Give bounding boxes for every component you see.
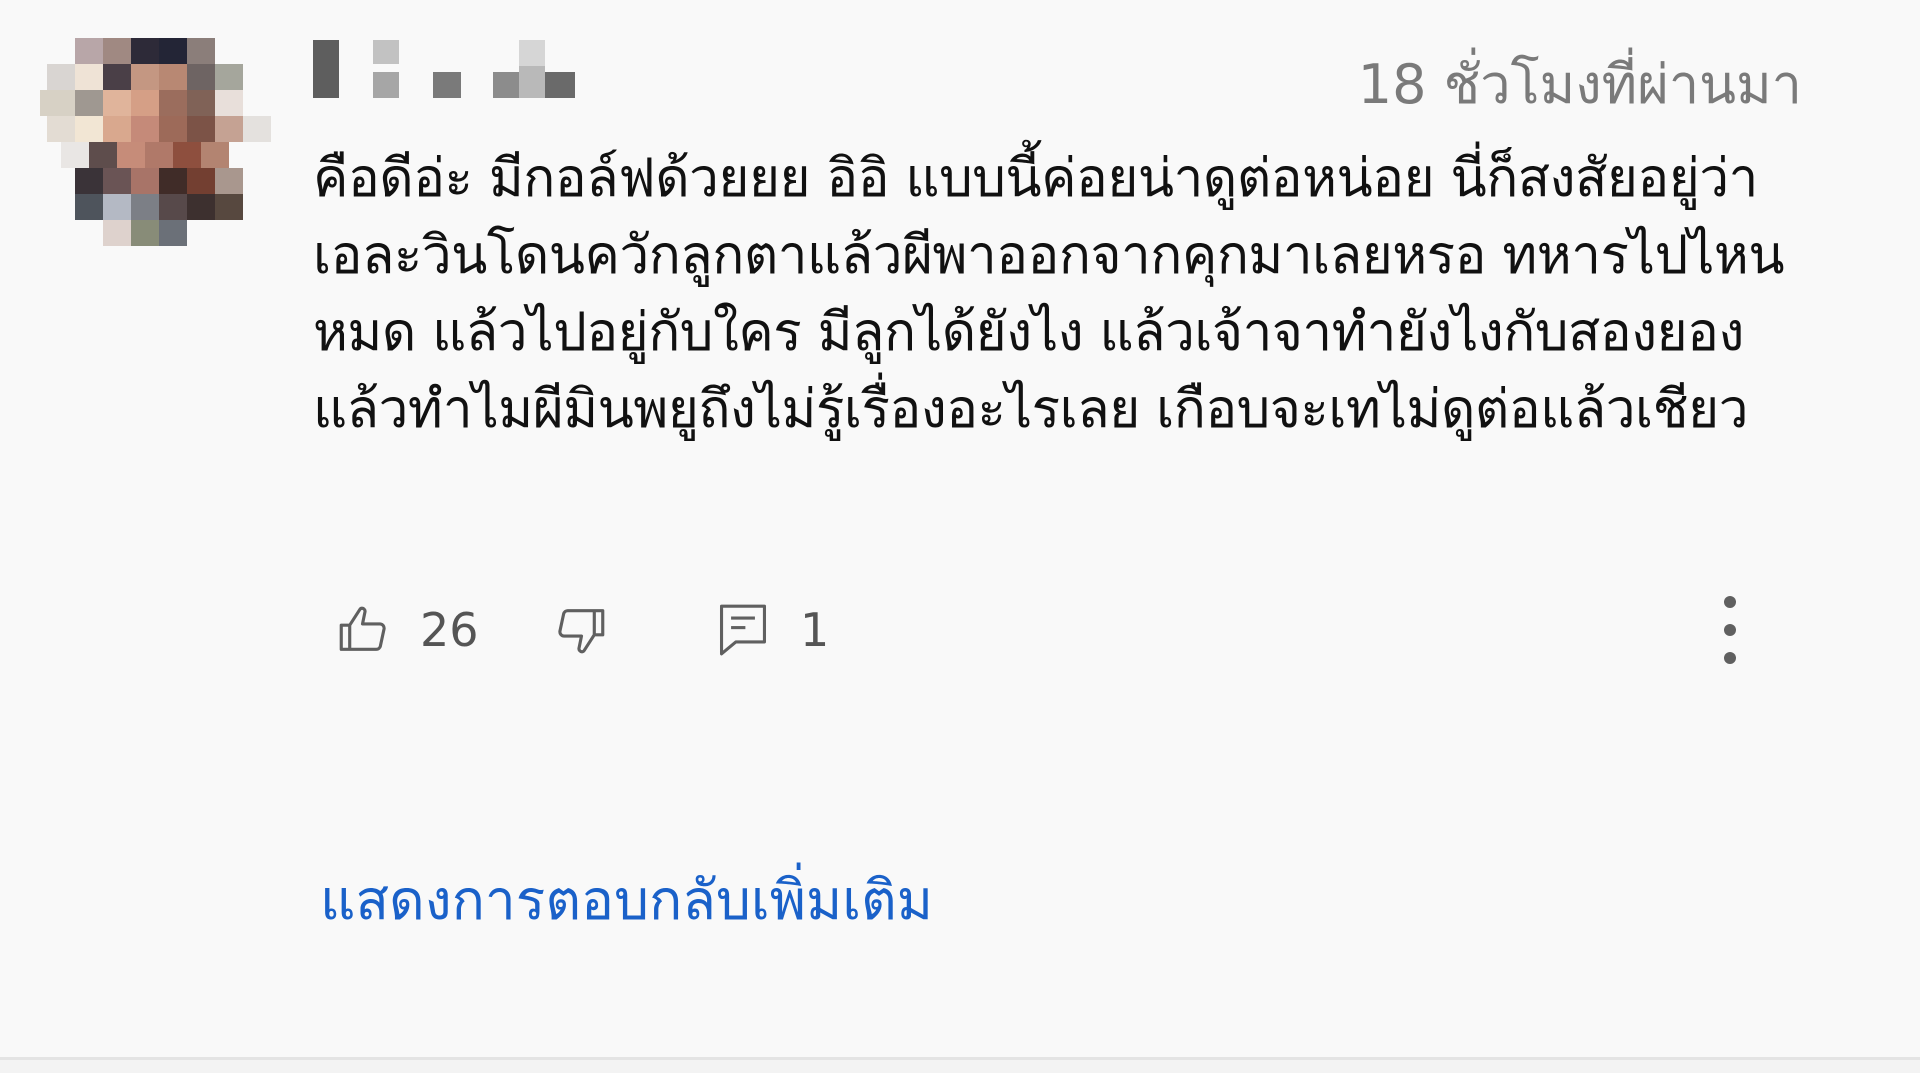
thumb-down-icon — [558, 609, 605, 654]
reply-button[interactable]: 1 — [714, 590, 829, 670]
pixelated-avatar-image — [40, 38, 285, 253]
comment-actions: 26 1 — [330, 590, 1830, 670]
show-more-replies-link[interactable]: แสดงการตอบกลับเพิ่มเติม — [320, 860, 933, 940]
reply-count: 1 — [800, 603, 830, 657]
thumb-up-icon — [339, 606, 386, 651]
comment-card: 18 ชั่วโมงที่ผ่านมา คือดีอ่ะ มีกอล์ฟด้วย… — [0, 0, 1920, 1056]
username-redacted[interactable] — [313, 40, 593, 102]
like-button[interactable]: 26 — [334, 590, 479, 670]
comment-text: คือดีอ่ะ มีกอล์ฟด้วยยย อิอิ แบบนี้ค่อยน่… — [313, 148, 1785, 440]
comment-timestamp[interactable]: 18 ชั่วโมงที่ผ่านมา — [1358, 50, 1802, 120]
more-options-button[interactable] — [1705, 590, 1755, 670]
dislike-button[interactable] — [552, 590, 610, 670]
next-section-edge — [0, 1060, 1920, 1073]
pixelated-username — [313, 40, 575, 98]
like-count: 26 — [420, 603, 479, 657]
more-vertical-icon-dot — [1724, 624, 1736, 636]
more-vertical-icon-dot — [1724, 652, 1736, 664]
more-vertical-icon-dot — [1724, 596, 1736, 608]
avatar[interactable] — [40, 38, 285, 253]
comment-icon — [719, 604, 767, 656]
